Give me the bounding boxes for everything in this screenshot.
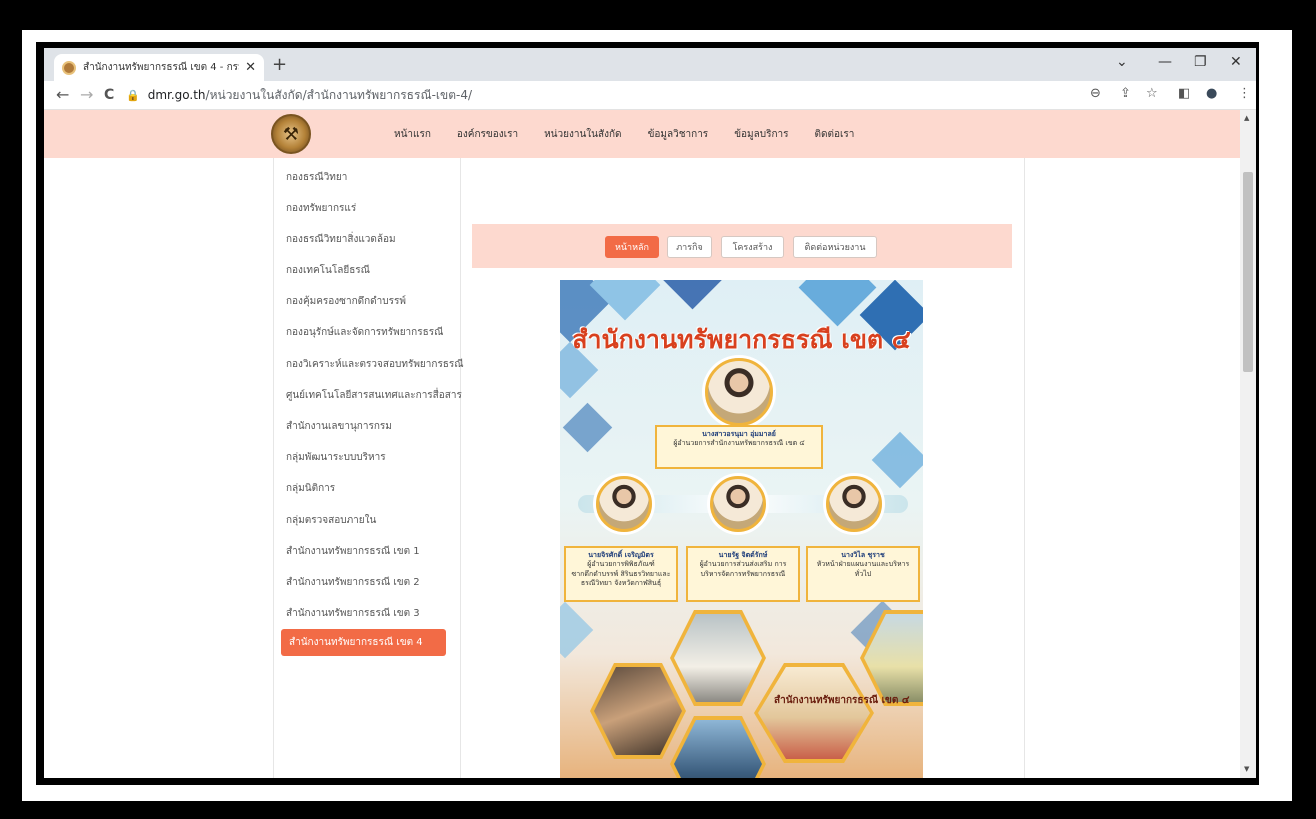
restore-button[interactable]: ❐ — [1194, 54, 1207, 70]
director-portrait — [705, 358, 773, 426]
sidebar-item[interactable]: สำนักงานทรัพยากรธรณี เขต 1 — [286, 544, 420, 559]
url-domain: dmr.go.th — [147, 87, 206, 102]
menu-units[interactable]: หน่วยงานในสังกัด — [544, 127, 622, 142]
bookmark-star-icon[interactable]: ☆ — [1146, 86, 1158, 101]
sidebar-item[interactable]: กลุ่มพัฒนาระบบบริหาร — [286, 450, 386, 465]
divider — [1024, 158, 1025, 778]
url-path: /หน่วยงานในสังกัด/สำนักงานทรัพยากรธรณี-เ… — [205, 87, 473, 102]
staff-portrait — [596, 476, 652, 532]
sidebar-item[interactable]: สำนักงานเลขานุการกรม — [286, 419, 392, 434]
tab-contact-unit[interactable]: ติดต่อหน่วยงาน — [793, 236, 877, 258]
sidebar-item[interactable]: สำนักงานทรัพยากรธรณี เขต 2 — [286, 575, 420, 590]
close-window-button[interactable]: ✕ — [1230, 54, 1242, 70]
staff-namebox: นางวิไล ชุราช หัวหน้าฝ่ายแผนงานและบริหาร… — [806, 546, 920, 602]
sidebar-item-active[interactable]: สำนักงานทรัพยากรธรณี เขต 4 — [281, 629, 446, 656]
photo-hexagon — [670, 610, 766, 706]
staff-role: ผู้อำนวยการส่วนส่งเสริม การบริหารจัดการท… — [699, 560, 787, 578]
tab-mission[interactable]: ภารกิจ — [667, 236, 712, 258]
url-text: dmr.go.th/หน่วยงานในสังกัด/สำนักงานทรัพย… — [148, 86, 472, 105]
poster-title: สำนักงานทรัพยากรธรณี เขต ๔ — [572, 325, 911, 354]
page-content: กองธรณีวิทยา กองทรัพยากรแร่ กองธรณีวิทยา… — [44, 158, 1240, 778]
menu-contact[interactable]: ติดต่อเรา — [815, 127, 855, 142]
sidebar-item[interactable]: กองธรณีวิทยาสิ่งแวดล้อม — [286, 232, 396, 247]
browser-menu-icon[interactable]: ⋮ — [1238, 86, 1251, 101]
photo-hexagon — [590, 663, 686, 759]
browser-window: สำนักงานทรัพยากรธรณี เขต 4 - กรม ✕ + ⌄ —… — [44, 48, 1256, 778]
scroll-up-icon[interactable]: ▲ — [1244, 114, 1249, 122]
logo-hammer-icon: ⚒ — [282, 123, 300, 145]
staff-name: นางวิไล ชุราช — [841, 551, 885, 559]
zoom-icon[interactable]: ⊖ — [1090, 86, 1101, 101]
site-favicon-icon — [62, 60, 76, 75]
unit-subnav: หน้าหลัก ภารกิจ โครงสร้าง ติดต่อหน่วยงาน — [472, 224, 1012, 268]
back-icon[interactable]: ← — [56, 85, 69, 104]
scroll-down-icon[interactable]: ▼ — [1244, 765, 1249, 773]
forward-icon[interactable]: → — [80, 85, 93, 104]
menu-services[interactable]: ข้อมูลบริการ — [734, 127, 788, 142]
sidebar-item[interactable]: กองอนุรักษ์และจัดการทรัพยากรธรณี — [286, 325, 443, 340]
side-panel-icon[interactable]: ◧ — [1178, 86, 1190, 101]
staff-role: ผู้อำนวยการพิพิธภัณฑ์ซากดึกดำบรรพ์ สิริน… — [571, 560, 671, 588]
browser-toolbar: ← → C 🔒 dmr.go.th/หน่วยงานในสังกัด/สำนัก… — [44, 81, 1256, 110]
main-menu: หน้าแรก องค์กรของเรา หน่วยงานในสังกัด ข้… — [394, 110, 880, 158]
menu-organization[interactable]: องค์กรของเรา — [457, 127, 518, 142]
scroll-thumb[interactable] — [1243, 172, 1253, 372]
sidebar-item[interactable]: กองคุ้มครองซากดึกดำบรรพ์ — [286, 294, 406, 309]
staff-namebox: นายรัฐ จิตต์รักษ์ ผู้อำนวยการส่วนส่งเสริ… — [686, 546, 800, 602]
director-name: นางสาวอรนุมา อุ่มมาลย์ — [702, 430, 776, 438]
photo-hexagon — [754, 663, 874, 763]
minimize-button[interactable]: — — [1158, 54, 1172, 70]
sidebar-item[interactable]: กลุ่มตรวจสอบภายใน — [286, 513, 376, 528]
staff-name: นายจิรศักดิ์ เจริญมิตร — [588, 551, 654, 559]
lock-icon[interactable]: 🔒 — [126, 89, 140, 102]
sidebar-item[interactable]: กองทรัพยากรแร่ — [286, 201, 356, 216]
decor-diamond — [560, 601, 594, 659]
sidebar-item[interactable]: สำนักงานทรัพยากรธรณี เขต 3 — [286, 606, 420, 621]
address-bar[interactable]: 🔒 dmr.go.th/หน่วยงานในสังกัด/สำนักงานทรั… — [126, 84, 1136, 106]
reload-icon[interactable]: C — [104, 87, 114, 103]
site-header: ⚒ หน้าแรก องค์กรของเรา หน่วยงานในสังกัด … — [44, 110, 1240, 158]
director-namebox: นางสาวอรนุมา อุ่มมาลย์ ผู้อำนวยการสำนักง… — [655, 425, 823, 469]
tab-strip: สำนักงานทรัพยากรธรณี เขต 4 - กรม ✕ + ⌄ —… — [44, 48, 1256, 81]
new-tab-button[interactable]: + — [272, 54, 287, 75]
tab-structure[interactable]: โครงสร้าง — [721, 236, 784, 258]
staff-portrait — [826, 476, 882, 532]
sidebar-item[interactable]: ศูนย์เทคโนโลยีสารสนเทศและการสื่อสาร — [286, 388, 462, 403]
decor-diamond — [562, 402, 613, 453]
decor-diamond — [660, 280, 725, 310]
divider — [273, 158, 274, 778]
menu-home[interactable]: หน้าแรก — [394, 127, 431, 142]
photo-hexagon — [670, 716, 766, 778]
tab-title: สำนักงานทรัพยากรธรณี เขต 4 - กรม — [83, 62, 240, 73]
tab-home[interactable]: หน้าหลัก — [605, 236, 659, 258]
sidebar-item[interactable]: กองวิเคราะห์และตรวจสอบทรัพยากรธรณี — [286, 357, 464, 372]
staff-portrait — [710, 476, 766, 532]
hexagon-caption: สำนักงานทรัพยากรธรณี เขต ๔ — [774, 695, 910, 706]
share-icon[interactable]: ⇪ — [1120, 86, 1131, 101]
sidebar-item[interactable]: กลุ่มนิติการ — [286, 481, 335, 496]
staff-name: นายรัฐ จิตต์รักษ์ — [718, 551, 768, 559]
close-tab-icon[interactable]: ✕ — [245, 60, 256, 75]
org-chart-poster: สำนักงานทรัพยากรธรณี เขต ๔ นางสาวอรนุมา … — [560, 280, 923, 778]
staff-role: หัวหน้าฝ่ายแผนงานและบริหารทั่วไป — [816, 560, 910, 578]
profile-avatar-icon[interactable]: ● — [1206, 86, 1217, 101]
sidebar-item[interactable]: กองธรณีวิทยา — [286, 170, 347, 185]
browser-tab[interactable]: สำนักงานทรัพยากรธรณี เขต 4 - กรม ✕ — [54, 54, 264, 81]
decor-diamond — [871, 431, 923, 489]
menu-academic[interactable]: ข้อมูลวิชาการ — [648, 127, 709, 142]
director-role: ผู้อำนวยการสำนักงานทรัพยากรธรณี เขต ๔ — [673, 439, 805, 448]
divider — [460, 158, 461, 778]
tab-search-dropdown-icon[interactable]: ⌄ — [1116, 54, 1128, 70]
staff-namebox: นายจิรศักดิ์ เจริญมิตร ผู้อำนวยการพิพิธภ… — [564, 546, 678, 602]
page-scrollbar[interactable]: ▲ ▼ — [1240, 110, 1256, 778]
dmr-logo[interactable]: ⚒ — [271, 114, 311, 154]
sidebar-item[interactable]: กองเทคโนโลยีธรณี — [286, 263, 370, 278]
